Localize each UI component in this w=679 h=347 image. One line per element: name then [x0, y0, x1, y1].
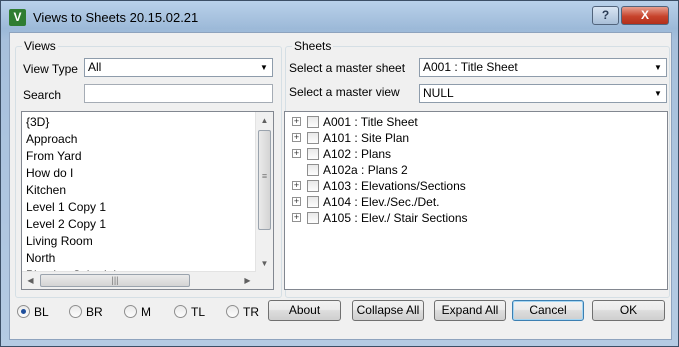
app-icon: V: [9, 9, 26, 26]
view-type-value: All: [88, 60, 102, 74]
expand-plus-icon[interactable]: +: [292, 181, 301, 190]
scroll-up-icon[interactable]: ▲: [256, 112, 273, 129]
views-vertical-scrollbar[interactable]: ▲ ≡ ▼: [255, 112, 273, 272]
list-item[interactable]: Living Room: [22, 233, 256, 250]
expand-all-button[interactable]: Expand All: [434, 300, 506, 321]
tree-row-label: A105 : Elev./ Stair Sections: [323, 211, 468, 225]
search-label: Search: [23, 88, 62, 102]
master-view-value: NULL: [423, 86, 454, 100]
radio-label: TR: [243, 305, 259, 319]
scrollbar-corner: [256, 272, 273, 289]
placement-option-tr[interactable]: TR: [226, 304, 266, 320]
chevron-down-icon[interactable]: ▼: [256, 59, 272, 76]
views-group-label: Views: [24, 39, 56, 53]
tree-row-label: A104 : Elev./Sec./Det.: [323, 195, 440, 209]
sheet-checkbox[interactable]: [307, 196, 319, 208]
tree-row[interactable]: + A103 : Elevations/Sections: [285, 178, 667, 194]
tree-row-label: A103 : Elevations/Sections: [323, 179, 466, 193]
ok-button[interactable]: OK: [592, 300, 665, 321]
master-sheet-dropdown[interactable]: A001 : Title Sheet ▼: [419, 58, 667, 77]
list-item[interactable]: Level 1 Copy 1: [22, 199, 256, 216]
radio-label: M: [141, 305, 151, 319]
list-item[interactable]: Approach: [22, 131, 256, 148]
views-list[interactable]: {3D} Approach From Yard How do I Kitchen Leve…: [21, 111, 274, 290]
views-list-items: {3D} Approach From Yard How do I Kitchen Leve…: [22, 114, 256, 284]
sheet-checkbox[interactable]: [307, 180, 319, 192]
collapse-all-button[interactable]: Collapse All: [352, 300, 424, 321]
tree-row[interactable]: + A101 : Site Plan: [285, 130, 667, 146]
dialog-client-area: Views View Type All ▼ Search {3D} Approac…: [9, 32, 672, 340]
tree-row[interactable]: + A104 : Elev./Sec./Det.: [285, 194, 667, 210]
master-sheet-value: A001 : Title Sheet: [423, 60, 518, 74]
tree-row-label: A102a : Plans 2: [323, 163, 408, 177]
about-button[interactable]: About: [268, 300, 341, 321]
radio-label: BL: [34, 305, 49, 319]
tree-row-label: A001 : Title Sheet: [323, 115, 418, 129]
list-item[interactable]: North: [22, 250, 256, 267]
view-type-dropdown[interactable]: All ▼: [84, 58, 273, 77]
sheets-tree[interactable]: + A001 : Title Sheet + A101 : Site Plan + A10…: [284, 111, 668, 290]
sheet-checkbox[interactable]: [307, 164, 319, 176]
expand-plus-icon[interactable]: +: [292, 117, 301, 126]
title-bar[interactable]: V Views to Sheets 20.15.02.21 ? X: [1, 1, 678, 31]
radio-button[interactable]: [124, 305, 137, 318]
tree-row[interactable]: + A001 : Title Sheet: [285, 114, 667, 130]
tree-row-label: A102 : Plans: [323, 147, 392, 161]
chevron-down-icon[interactable]: ▼: [650, 59, 666, 76]
dialog-window: V Views to Sheets 20.15.02.21 ? X Views …: [0, 0, 679, 347]
radio-label: TL: [191, 305, 206, 319]
list-item[interactable]: {3D}: [22, 114, 256, 131]
placement-option-br[interactable]: BR: [69, 304, 109, 320]
master-sheet-label: Select a master sheet: [289, 61, 406, 75]
scroll-down-icon[interactable]: ▼: [256, 255, 273, 272]
sheets-tree-rows: + A001 : Title Sheet + A101 : Site Plan + A10…: [285, 114, 667, 289]
list-item[interactable]: From Yard: [22, 148, 256, 165]
list-item[interactable]: Kitchen: [22, 182, 256, 199]
placement-option-m[interactable]: M: [124, 304, 164, 320]
scroll-thumb[interactable]: ≡: [258, 130, 271, 230]
view-type-label: View Type: [23, 62, 78, 76]
scroll-right-icon[interactable]: ▶: [239, 272, 256, 289]
placement-option-bl[interactable]: BL: [17, 304, 57, 320]
tree-row-label: A101 : Site Plan: [323, 131, 410, 145]
master-view-label: Select a master view: [289, 85, 400, 99]
radio-label: BR: [86, 305, 103, 319]
expand-plus-icon[interactable]: +: [292, 133, 301, 142]
radio-button[interactable]: [226, 305, 239, 318]
sheet-checkbox[interactable]: [307, 132, 319, 144]
radio-button[interactable]: [17, 305, 30, 318]
views-horizontal-scrollbar[interactable]: ◀ ||| ▶: [22, 271, 256, 289]
search-input[interactable]: [84, 84, 273, 103]
scroll-thumb-horizontal[interactable]: |||: [40, 274, 190, 287]
list-item[interactable]: How do I: [22, 165, 256, 182]
radio-button[interactable]: [174, 305, 187, 318]
expand-plus-icon[interactable]: +: [292, 149, 301, 158]
sheet-checkbox[interactable]: [307, 116, 319, 128]
chevron-down-icon[interactable]: ▼: [650, 85, 666, 102]
expand-plus-icon[interactable]: +: [292, 197, 301, 206]
tree-row[interactable]: + A105 : Elev./ Stair Sections: [285, 210, 667, 226]
scroll-left-icon[interactable]: ◀: [22, 272, 39, 289]
cancel-button[interactable]: Cancel: [512, 300, 584, 321]
tree-row[interactable]: + A102 : Plans: [285, 146, 667, 162]
sheet-checkbox[interactable]: [307, 212, 319, 224]
close-button[interactable]: X: [621, 6, 669, 25]
help-button[interactable]: ?: [592, 6, 619, 25]
tree-row[interactable]: A102a : Plans 2: [285, 162, 667, 178]
sheet-checkbox[interactable]: [307, 148, 319, 160]
window-title: Views to Sheets 20.15.02.21: [33, 10, 199, 25]
sheets-group-label: Sheets: [294, 39, 332, 53]
master-view-dropdown[interactable]: NULL ▼: [419, 84, 667, 103]
list-item[interactable]: Level 2 Copy 1: [22, 216, 256, 233]
expand-plus-icon[interactable]: +: [292, 213, 301, 222]
placement-option-tl[interactable]: TL: [174, 304, 214, 320]
radio-button[interactable]: [69, 305, 82, 318]
